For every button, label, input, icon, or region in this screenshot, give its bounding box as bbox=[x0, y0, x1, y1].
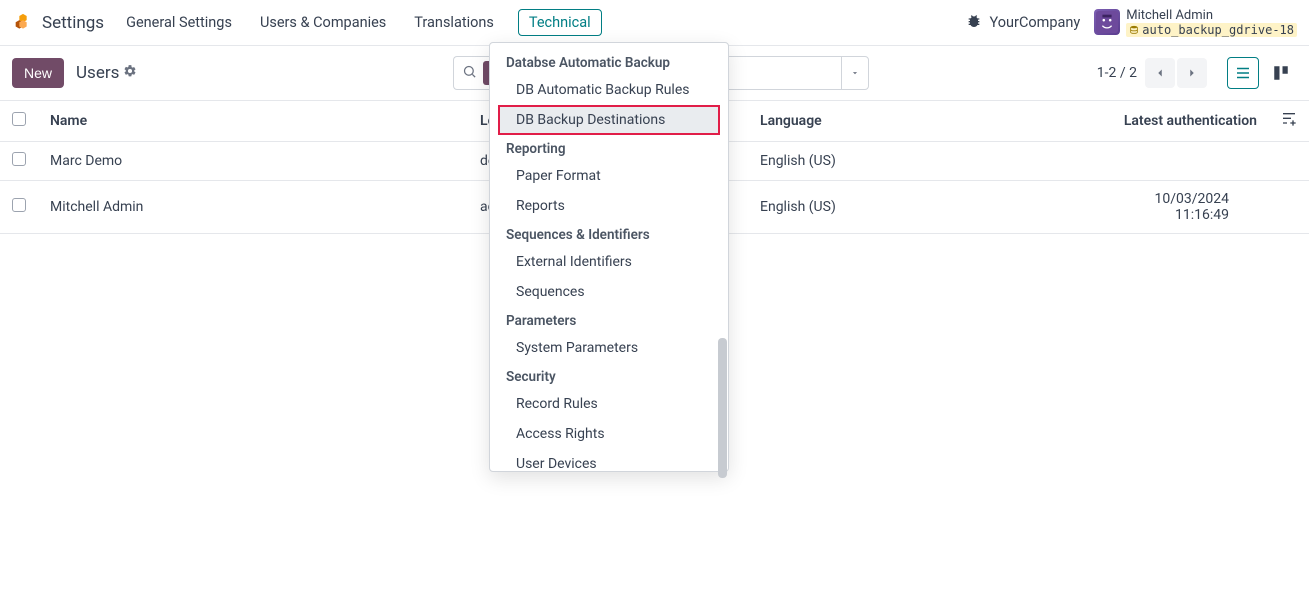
app-title[interactable]: Settings bbox=[42, 13, 104, 33]
dd-header-sequences: Sequences & Identifiers bbox=[490, 221, 728, 247]
list-icon bbox=[1234, 64, 1252, 82]
sliders-icon bbox=[1281, 111, 1297, 127]
pager: 1-2 / 2 bbox=[1097, 58, 1207, 88]
nav-technical[interactable]: Technical bbox=[518, 9, 602, 36]
cell-name: Mitchell Admin bbox=[38, 181, 468, 234]
cell-latest-auth: 10/03/2024 11:16:49 bbox=[1108, 181, 1269, 234]
breadcrumb-label: Users bbox=[76, 63, 119, 83]
kanban-view-button[interactable] bbox=[1265, 57, 1297, 89]
col-header-name[interactable]: Name bbox=[38, 101, 468, 142]
dd-item-backup-rules[interactable]: DB Automatic Backup Rules bbox=[490, 75, 728, 105]
dd-item-sequences[interactable]: Sequences bbox=[490, 277, 728, 307]
dd-item-paper-format[interactable]: Paper Format bbox=[490, 161, 728, 191]
col-header-language[interactable]: Language bbox=[748, 101, 1108, 142]
cell-name: Marc Demo bbox=[38, 142, 468, 181]
new-button[interactable]: New bbox=[12, 58, 64, 88]
database-icon bbox=[1129, 25, 1139, 35]
technical-dropdown: Databse Automatic Backup DB Automatic Ba… bbox=[489, 42, 729, 472]
list-view-button[interactable] bbox=[1227, 57, 1259, 89]
debug-icon[interactable] bbox=[966, 13, 982, 33]
dd-header-parameters: Parameters bbox=[490, 307, 728, 333]
dropdown-scrollbar[interactable] bbox=[718, 49, 728, 479]
cell-language: English (US) bbox=[748, 142, 1108, 181]
database-badge: auto_backup_gdrive-18 bbox=[1126, 23, 1297, 37]
checkbox-icon bbox=[12, 112, 26, 126]
dd-item-record-rules[interactable]: Record Rules bbox=[490, 389, 728, 419]
search-options-button[interactable] bbox=[841, 56, 869, 90]
chevron-left-icon bbox=[1153, 66, 1167, 80]
database-name: auto_backup_gdrive-18 bbox=[1142, 23, 1294, 37]
dd-header-reporting: Reporting bbox=[490, 135, 728, 161]
breadcrumb: Users bbox=[76, 63, 137, 83]
checkbox-icon[interactable] bbox=[12, 152, 26, 166]
dd-header-security: Security bbox=[490, 363, 728, 389]
company-selector[interactable]: YourCompany bbox=[990, 14, 1081, 31]
nav-general-settings[interactable]: General Settings bbox=[122, 8, 236, 37]
gear-icon[interactable] bbox=[123, 64, 137, 82]
kanban-icon bbox=[1272, 64, 1290, 82]
top-navbar: Settings General Settings Users & Compan… bbox=[0, 0, 1309, 46]
dd-item-user-devices[interactable]: User Devices bbox=[490, 449, 728, 479]
cell-latest-auth bbox=[1108, 142, 1269, 181]
dd-item-backup-destinations[interactable]: DB Backup Destinations bbox=[498, 105, 720, 135]
dd-header-backup: Databse Automatic Backup bbox=[490, 49, 728, 75]
cell-language: English (US) bbox=[748, 181, 1108, 234]
user-avatar bbox=[1094, 9, 1120, 35]
user-name-label: Mitchell Admin bbox=[1126, 8, 1297, 24]
pager-prev-button[interactable] bbox=[1145, 58, 1175, 88]
nav-translations[interactable]: Translations bbox=[410, 8, 498, 37]
pager-count[interactable]: 1-2 / 2 bbox=[1097, 65, 1137, 81]
dd-item-access-rights[interactable]: Access Rights bbox=[490, 419, 728, 449]
app-logo-icon[interactable] bbox=[12, 12, 34, 34]
checkbox-icon[interactable] bbox=[12, 198, 26, 212]
pager-next-button[interactable] bbox=[1177, 58, 1207, 88]
dd-item-external-identifiers[interactable]: External Identifiers bbox=[490, 247, 728, 277]
dd-item-system-parameters[interactable]: System Parameters bbox=[490, 333, 728, 363]
select-all-cell[interactable] bbox=[0, 101, 38, 142]
user-info: Mitchell Admin auto_backup_gdrive-18 bbox=[1126, 8, 1297, 38]
user-menu[interactable]: Mitchell Admin auto_backup_gdrive-18 bbox=[1094, 8, 1297, 38]
dd-item-reports[interactable]: Reports bbox=[490, 191, 728, 221]
search-icon bbox=[462, 64, 477, 83]
scrollbar-thumb[interactable] bbox=[718, 338, 727, 478]
chevron-right-icon bbox=[1185, 66, 1199, 80]
nav-users-companies[interactable]: Users & Companies bbox=[256, 8, 390, 37]
view-switcher bbox=[1227, 57, 1297, 89]
col-header-latest-auth[interactable]: Latest authentication bbox=[1108, 101, 1269, 142]
col-config[interactable] bbox=[1269, 101, 1309, 142]
